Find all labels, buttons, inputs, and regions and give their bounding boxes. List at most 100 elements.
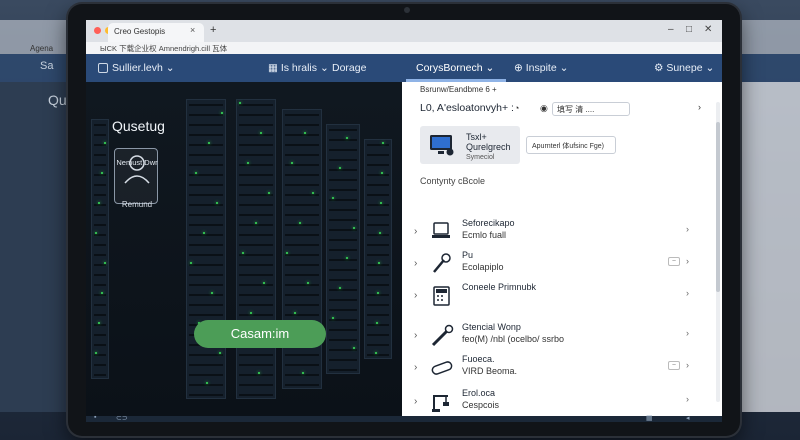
rack-unit	[239, 164, 273, 166]
rack-unit	[189, 294, 223, 296]
rack-unit	[239, 374, 273, 376]
rack-unit	[367, 334, 389, 336]
filter-field[interactable]: 填写 清 ....	[552, 102, 630, 116]
rack-unit	[239, 214, 273, 216]
rack-unit	[189, 244, 223, 246]
tab-title: Creo Gestopis	[114, 27, 166, 36]
rack-unit	[285, 114, 319, 116]
status-toggle-icon[interactable]: ⊂⊃	[116, 414, 128, 422]
status-icon: ▪	[94, 414, 97, 421]
chevron-right-icon[interactable]: ›	[686, 256, 689, 266]
rack-unit	[329, 179, 357, 181]
collapse-chip[interactable]: –	[668, 257, 680, 266]
nav-label: Sunepe	[666, 62, 703, 74]
status-led	[346, 257, 348, 259]
rack-unit	[285, 274, 319, 276]
list-item-title: Fuoeca.	[462, 354, 495, 364]
status-sound-icon[interactable]: ◂	[686, 414, 690, 422]
scrollbar-thumb[interactable]	[716, 122, 720, 292]
rack-unit	[285, 364, 319, 366]
user-card-label: Nemust Dwr	[116, 158, 158, 167]
chevron-right-icon[interactable]: ›	[414, 258, 417, 269]
rack-unit	[285, 174, 319, 176]
rack-unit	[285, 294, 319, 296]
rack-unit	[189, 384, 223, 386]
feature-card[interactable]: Tsxl+ Qurelgrech Symeciol	[420, 126, 520, 164]
new-tab-button[interactable]: +	[210, 24, 216, 36]
feature-line2: Qurelgrech	[466, 142, 511, 152]
list-item-subtitle: Cespcois	[462, 400, 500, 410]
rack-unit	[285, 204, 319, 206]
status-led	[291, 162, 293, 164]
rack-unit	[329, 209, 357, 211]
laptop-icon	[432, 222, 450, 238]
chevron-right-icon[interactable]: ›	[686, 288, 689, 298]
status-led	[381, 172, 383, 174]
nav-item-corysbornech[interactable]: CorysBornech ⌄	[416, 62, 494, 74]
maximize-icon[interactable]: □	[686, 24, 692, 35]
browser-tabbar: Creo Gestopis × + – □ ✕	[86, 20, 722, 42]
rack-unit	[285, 384, 319, 386]
chevron-right-icon[interactable]: ›	[686, 360, 689, 370]
chevron-down-icon: ⌄	[165, 62, 175, 74]
rack-unit	[239, 364, 273, 366]
nav-item-sullier[interactable]: Sullier.levh ⌄	[98, 62, 175, 74]
chevron-right-icon[interactable]: ›	[414, 362, 417, 373]
rack-unit	[285, 144, 319, 146]
breadcrumb[interactable]: Bsrunw/Eandbme 6 +	[420, 85, 497, 94]
collapse-chip[interactable]: –	[668, 361, 680, 370]
background-right-panel	[730, 82, 800, 412]
rack-unit	[367, 204, 389, 206]
rack-unit	[367, 354, 389, 356]
rack-unit	[329, 369, 357, 371]
section-label: Contynty cBcole	[420, 176, 486, 186]
rack-unit	[94, 234, 106, 236]
rack-unit	[329, 239, 357, 241]
status-led	[294, 312, 296, 314]
background-tab-text: Agena	[30, 44, 54, 53]
address-bar[interactable]: ЫCK 下载企业权 Amnendrigh.cill 瓦体	[86, 42, 722, 54]
rack-unit	[239, 184, 273, 186]
status-grid-icon[interactable]: ▦	[646, 414, 653, 422]
info-icon[interactable]: ◉	[540, 103, 548, 114]
chevron-right-icon[interactable]: ›	[414, 330, 417, 341]
rack-unit	[367, 304, 389, 306]
status-led	[242, 252, 244, 254]
status-led	[255, 222, 257, 224]
rack-unit	[239, 194, 273, 196]
status-led	[380, 202, 382, 204]
rack-unit	[329, 259, 357, 261]
close-window-button[interactable]	[94, 27, 101, 34]
nav-item-dorage[interactable]: Dorage	[332, 62, 366, 74]
rack-unit	[94, 264, 106, 266]
rack-unit	[189, 234, 223, 236]
status-bar: ▪ ⊂⊃ ▦ ◂	[86, 414, 722, 422]
rack-unit	[239, 174, 273, 176]
chevron-right-icon[interactable]: ›	[414, 396, 417, 407]
background-left-panel	[0, 82, 70, 412]
tab-close-icon[interactable]: ×	[190, 25, 195, 35]
feature-tag[interactable]: Apurnterl 体ufsinc Fge)	[526, 136, 616, 154]
close-icon[interactable]: ✕	[704, 24, 712, 35]
filter-text: 填写 清 ....	[557, 105, 595, 114]
rack-unit	[329, 269, 357, 271]
nav-item-ishralis[interactable]: ▦ Is hralis ⌄	[268, 62, 329, 74]
chevron-right-icon[interactable]: ›	[414, 290, 417, 301]
minimize-icon[interactable]: –	[668, 24, 674, 35]
user-card[interactable]	[114, 148, 158, 204]
connect-button[interactable]: Casam:im	[194, 320, 326, 348]
chevron-right-icon[interactable]: ›	[686, 224, 689, 234]
nav-item-inspite[interactable]: ⊕ Inspite ⌄	[514, 62, 568, 74]
rack-unit	[329, 139, 357, 141]
chevron-right-icon[interactable]: ›	[686, 394, 689, 404]
chevron-right-icon[interactable]: ›	[686, 328, 689, 338]
status-led	[190, 262, 192, 264]
list-item[interactable]: › Coneele Primnubk ›	[402, 282, 722, 322]
chevron-right-icon[interactable]: ›	[698, 102, 701, 112]
clock-icon[interactable]: ◔	[514, 103, 519, 113]
list-item-title: Gtencial Wonp	[462, 322, 521, 332]
status-led	[104, 142, 106, 144]
chevron-right-icon[interactable]: ›	[414, 226, 417, 237]
nav-item-sunepe[interactable]: ⚙ Sunepe ⌄	[654, 62, 714, 74]
rack-unit	[367, 234, 389, 236]
